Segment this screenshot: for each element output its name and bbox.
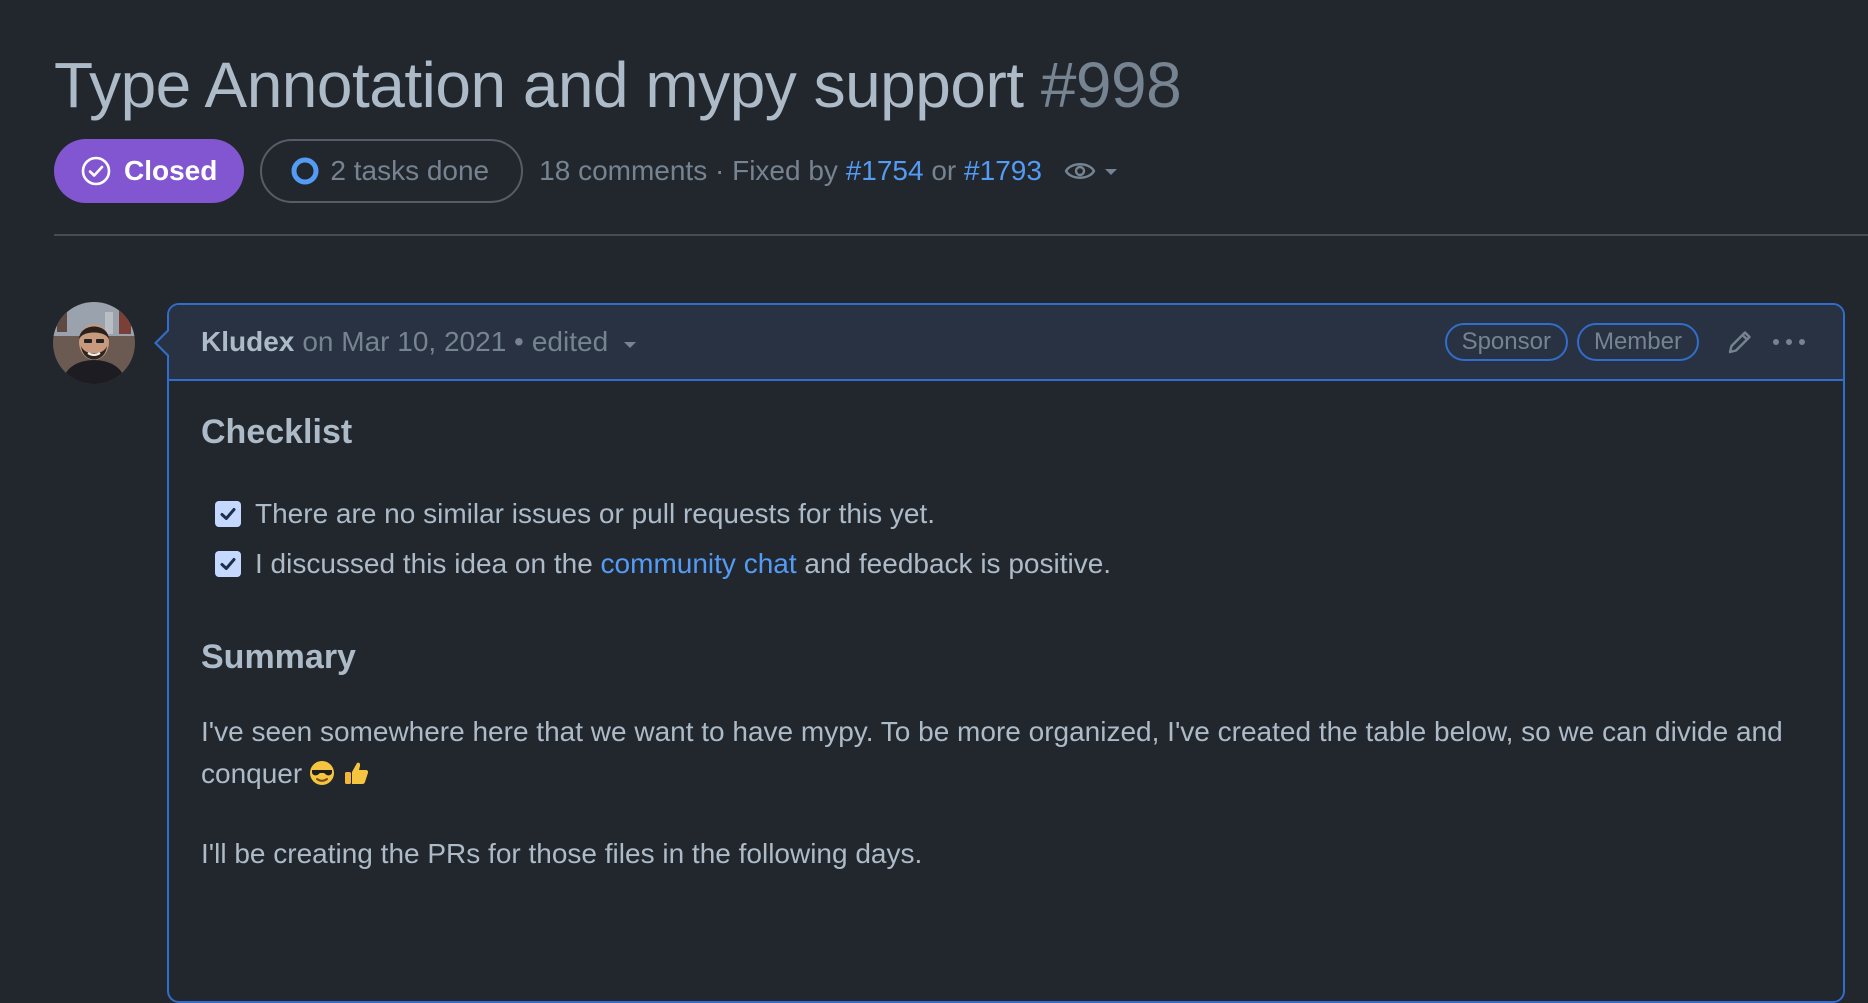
checklist-heading: Checklist (201, 413, 353, 451)
task-checkbox-1[interactable] (215, 501, 241, 527)
edited-dropdown[interactable]: edited (524, 326, 638, 358)
circle-progress-icon (291, 157, 319, 185)
checkmark-icon (220, 558, 236, 570)
task-text-2-before: I discussed this idea on the (255, 548, 593, 579)
check-circle-icon (81, 156, 111, 186)
task-list-item: There are no similar issues or pull requ… (215, 498, 935, 530)
header-divider (54, 234, 1868, 236)
avatar[interactable] (53, 302, 135, 384)
tasks-progress[interactable]: 2 tasks done (260, 139, 524, 203)
member-badge: Member (1576, 323, 1699, 361)
edited-label: edited (531, 326, 609, 357)
issue-title-text: Type Annotation and mypy support (54, 49, 1024, 121)
chevron-down-icon (1104, 169, 1117, 175)
issue-comment: Kludex on Mar 10, 2021 • edited Sponsor … (154, 303, 1845, 1003)
task-list-item: I discussed this idea on the community c… (215, 548, 1111, 580)
issue-meta-row: Closed 2 tasks done 18 comments · Fixed … (54, 139, 1120, 203)
task-checkbox-2[interactable] (215, 551, 241, 577)
task-text-1: There are no similar issues or pull requ… (255, 498, 936, 529)
more-options-button[interactable] (1771, 337, 1807, 347)
summary-paragraph-2: I'll be creating the PRs for those files… (201, 838, 923, 869)
summary-paragraph-1: I've seen somewhere here that we want to… (201, 711, 1811, 799)
task-text-2-after: and feedback is positive. (804, 548, 1112, 579)
watch-dropdown[interactable] (1064, 159, 1120, 183)
summary-text-1: I've seen somewhere here that we want to… (201, 716, 1783, 789)
comment-header: Kludex on Mar 10, 2021 • edited Sponsor … (169, 305, 1843, 381)
comments-fixed-by: 18 comments · Fixed by #1754 or #1793 (539, 155, 1042, 187)
fixed-by-link-2[interactable]: #1793 (964, 155, 1042, 186)
comments-count: 18 comments · Fixed by (539, 155, 838, 186)
thumbs-up-emoji (342, 757, 370, 799)
summary-heading: Summary (201, 638, 356, 676)
chevron-down-icon (624, 342, 637, 348)
state-label: Closed (124, 155, 218, 186)
comment-author[interactable]: Kludex (201, 326, 294, 358)
comment-date[interactable]: on Mar 10, 2021 • (302, 326, 524, 358)
checkmark-icon (220, 508, 236, 520)
eye-icon (1064, 163, 1096, 179)
fixed-by-link-1[interactable]: #1754 (846, 155, 924, 186)
or-text: or (931, 155, 957, 186)
sponsor-badge: Sponsor (1444, 323, 1568, 361)
pencil-icon (1728, 331, 1751, 354)
sunglasses-emoji (308, 757, 336, 799)
community-chat-link[interactable]: community chat (601, 548, 797, 580)
comment-pointer-fill (157, 331, 169, 355)
comment-header-actions: Sponsor Member (1436, 305, 1807, 379)
state-badge-closed: Closed (54, 139, 245, 203)
issue-title: Type Annotation and mypy support #998 (54, 46, 1182, 124)
edit-button[interactable] (1725, 327, 1755, 357)
kebab-horizontal-icon (1773, 339, 1805, 345)
issue-number: #998 (1040, 49, 1182, 121)
tasks-label: 2 tasks done (330, 155, 490, 186)
